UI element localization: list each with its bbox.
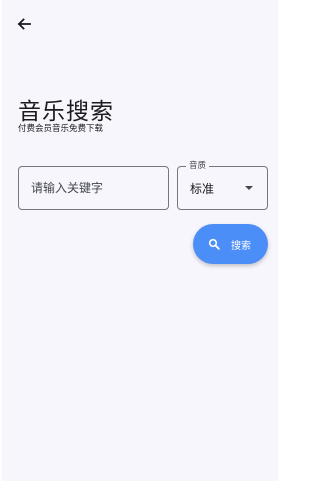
screen: 音乐搜索 付费会员音乐免费下载 音质 标准 搜索	[0, 0, 280, 493]
quality-label: 音质	[186, 160, 210, 172]
search-icon	[207, 237, 221, 251]
back-button[interactable]	[10, 12, 38, 40]
keyword-input[interactable]	[31, 181, 168, 195]
app-surface: 音乐搜索 付费会员音乐免费下载 音质 标准 搜索	[2, 0, 278, 481]
page-title: 音乐搜索	[18, 99, 114, 125]
arrow-left-icon	[16, 16, 32, 36]
quality-value: 标准	[190, 181, 215, 196]
dropdown-arrow-icon	[245, 186, 253, 190]
quality-select[interactable]: 音质 标准	[177, 160, 268, 210]
keyword-field[interactable]	[18, 166, 169, 210]
search-button[interactable]: 搜索	[193, 224, 268, 264]
search-button-label: 搜索	[231, 240, 251, 252]
page-subtitle: 付费会员音乐免费下载	[18, 124, 104, 134]
